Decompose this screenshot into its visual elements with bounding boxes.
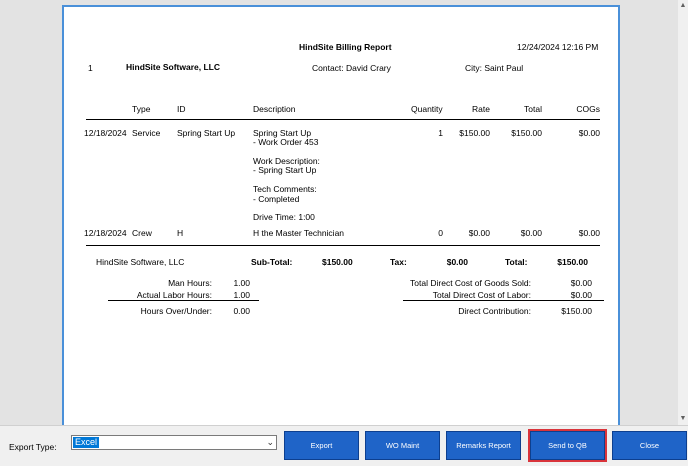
row-rate: $150.00: [459, 128, 490, 138]
actual-labor-value: 1.00: [233, 290, 250, 300]
row-total: $150.00: [511, 128, 542, 138]
actual-labor-label: Actual Labor Hours:: [136, 290, 212, 300]
contact: Contact: David Crary: [312, 63, 391, 73]
row-date: 12/18/2024: [84, 228, 127, 238]
cogs-total-value: $0.00: [570, 278, 592, 288]
export-type-value: Excel: [73, 437, 100, 448]
row-description-line: - Spring Start Up: [253, 165, 317, 175]
hours-rule: [108, 300, 259, 301]
company-name: HindSite Software, LLC: [126, 62, 220, 72]
cogs-total-label: Total Direct Cost of Goods Sold:: [410, 278, 531, 288]
row-id: Spring Start Up: [177, 128, 236, 138]
row-description-line: Drive Time: 1:00: [253, 212, 315, 222]
row-date: 12/18/2024: [84, 128, 127, 138]
report-datetime: 12/24/2024 12:16 PM: [517, 42, 599, 52]
export-button[interactable]: Export: [284, 431, 359, 460]
report-viewer: HindSite Billing Report 12/24/2024 12:16…: [0, 0, 688, 425]
contribution-value: $150.00: [561, 306, 592, 316]
scroll-down-icon[interactable]: ▼: [679, 415, 687, 423]
close-button[interactable]: Close: [612, 431, 687, 460]
wo-maint-button[interactable]: WO Maint: [365, 431, 440, 460]
over-under-value: 0.00: [233, 306, 250, 316]
man-hours-label: Man Hours:: [168, 278, 212, 288]
labor-cost-label: Total Direct Cost of Labor:: [432, 290, 531, 300]
header-type: Type: [132, 104, 151, 114]
row-description-line: H the Master Technician: [253, 228, 345, 238]
header-quantity: Quantity: [411, 104, 443, 114]
row-cogs: $0.00: [578, 128, 600, 138]
row-id: H: [177, 228, 184, 238]
city: City: Saint Paul: [465, 63, 524, 73]
scroll-up-icon[interactable]: ▲: [679, 2, 687, 10]
row-description-line: Tech Comments:: [253, 184, 317, 194]
row-total: $0.00: [520, 228, 542, 238]
header-id: ID: [177, 104, 186, 114]
header-description: Description: [253, 104, 296, 114]
subtotal-value: $150.00: [322, 257, 353, 267]
row-type: Crew: [132, 228, 152, 238]
tax-label: Tax:: [390, 257, 407, 267]
labor-cost-value: $0.00: [570, 290, 592, 300]
cost-rule: [403, 300, 604, 301]
tax-value: $0.00: [446, 257, 468, 267]
total-label: Total:: [505, 257, 528, 267]
row-description-line: - Work Order 453: [253, 137, 319, 147]
header-rule: [86, 119, 600, 120]
chevron-down-icon[interactable]: ⌄: [266, 436, 274, 449]
record-number: 1: [88, 63, 93, 73]
row-quantity: 1: [438, 128, 443, 138]
over-under-label: Hours Over/Under:: [140, 306, 212, 316]
total-value: $150.00: [557, 257, 588, 267]
vertical-scrollbar[interactable]: ▲ ▼: [678, 0, 688, 425]
export-type-select[interactable]: Excel ⌄: [71, 435, 277, 450]
bottom-toolbar: Export Type: Excel ⌄ Export WO Maint Rem…: [0, 425, 688, 466]
rows-rule: [86, 245, 600, 246]
row-description-line: - Completed: [253, 194, 300, 204]
send-to-qb-button[interactable]: Send to QB: [528, 429, 607, 462]
row-type: Service: [132, 128, 161, 138]
row-quantity: 0: [438, 228, 443, 238]
export-type-label: Export Type:: [9, 442, 57, 452]
row-rate: $0.00: [468, 228, 490, 238]
contribution-label: Direct Contribution:: [458, 306, 531, 316]
header-total: Total: [524, 104, 542, 114]
header-cogs: COGs: [576, 104, 600, 114]
row-cogs: $0.00: [578, 228, 600, 238]
remarks-report-button[interactable]: Remarks Report: [446, 431, 521, 460]
man-hours-value: 1.00: [233, 278, 250, 288]
subtotal-label: Sub-Total:: [251, 257, 293, 267]
summary-company: HindSite Software, LLC: [96, 257, 185, 267]
report-page: HindSite Billing Report 12/24/2024 12:16…: [68, 10, 616, 425]
header-rate: Rate: [472, 104, 490, 114]
report-title: HindSite Billing Report: [299, 42, 392, 52]
